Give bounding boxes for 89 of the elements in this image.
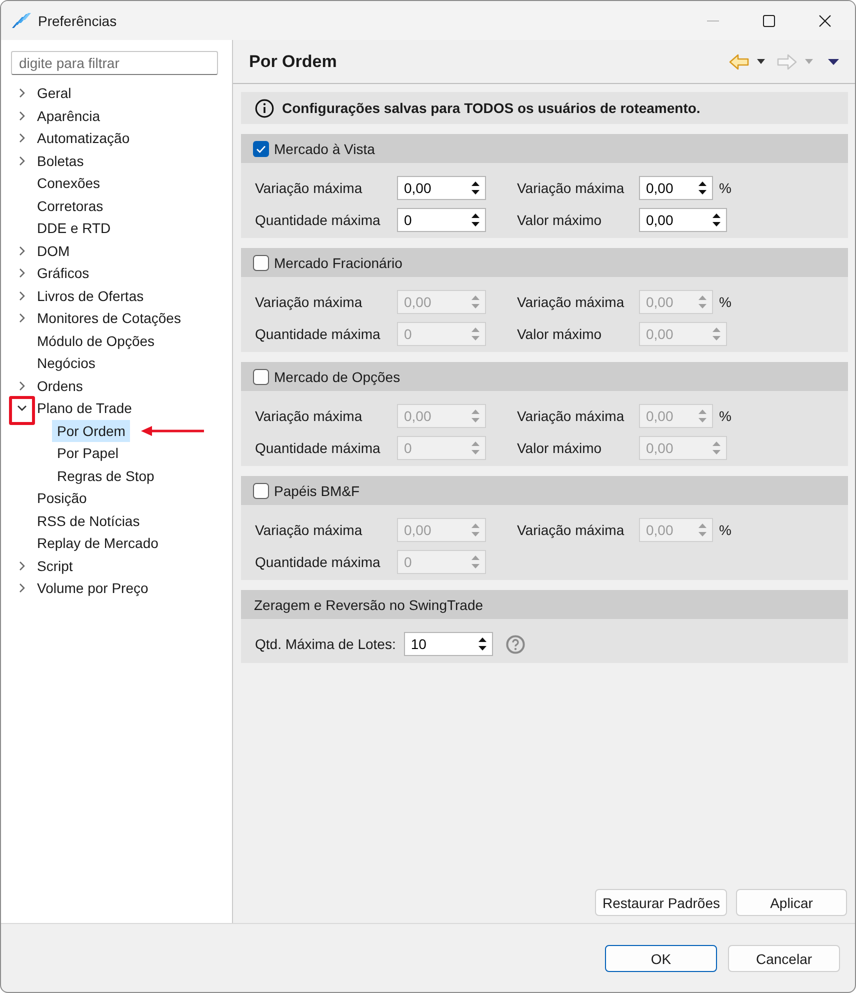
caret-icon[interactable] bbox=[828, 58, 839, 64]
info-icon bbox=[255, 98, 274, 118]
checkbox-label[interactable]: Mercado Fracionário bbox=[274, 254, 402, 270]
checkbox[interactable] bbox=[253, 140, 269, 156]
tree-item[interactable]: Conexões bbox=[32, 172, 106, 194]
spin-arrows-icon[interactable] bbox=[471, 180, 480, 196]
chevron-right-icon[interactable] bbox=[17, 246, 27, 256]
tree-item[interactable]: Corretoras bbox=[32, 194, 108, 217]
notice-text: Configurações salvas para TODOS os usuários de roteamento. bbox=[282, 100, 700, 116]
field-label: Variação máxima bbox=[255, 408, 364, 424]
number-field[interactable]: 0,00 bbox=[397, 176, 486, 200]
unit-label: % bbox=[719, 180, 732, 196]
field-label: Quantidade máxima bbox=[255, 440, 382, 456]
field-label: Variação máxima bbox=[517, 408, 626, 424]
window-title: Preferências bbox=[38, 12, 118, 28]
field-label: Valor máximo bbox=[517, 326, 603, 342]
tree-item[interactable]: Replay de Mercado bbox=[32, 532, 164, 554]
field-label: Quantidade máxima bbox=[255, 326, 382, 342]
chevron-right-icon[interactable] bbox=[17, 583, 27, 594]
checkbox[interactable] bbox=[253, 254, 269, 270]
chevron-right-icon[interactable] bbox=[17, 110, 27, 121]
checkbox-label[interactable]: Papéis BM&F bbox=[274, 482, 360, 498]
page-button[interactable]: Aplicar bbox=[736, 889, 847, 916]
dialog-button[interactable]: Cancelar bbox=[728, 945, 840, 972]
tree-item[interactable]: Monitores de Cotações bbox=[32, 307, 186, 330]
tree-item[interactable]: Plano de Trade bbox=[32, 397, 137, 420]
tree-item[interactable]: Ordens bbox=[32, 374, 88, 397]
field-label: Variação máxima bbox=[517, 180, 626, 196]
tree-item[interactable]: Negócios bbox=[32, 352, 100, 374]
field-label: Valor máximo bbox=[517, 440, 603, 456]
chevron-right-icon[interactable] bbox=[17, 313, 27, 324]
number-field[interactable]: 10 bbox=[404, 632, 493, 656]
close-icon[interactable] bbox=[819, 14, 831, 26]
number-field[interactable]: 0,00 bbox=[639, 176, 713, 200]
spin-arrows-icon[interactable] bbox=[712, 212, 721, 228]
chevron-right-icon[interactable] bbox=[17, 560, 27, 571]
tree-item[interactable]: Por Ordem bbox=[52, 420, 130, 442]
field-label: Quantidade máxima bbox=[255, 554, 382, 570]
tree-item[interactable]: Boletas bbox=[32, 150, 89, 172]
unit-label: % bbox=[719, 408, 732, 424]
tree-item[interactable]: DDE e RTD bbox=[32, 217, 116, 240]
maximize-icon[interactable] bbox=[763, 14, 775, 26]
tree-item[interactable]: Geral bbox=[32, 82, 76, 104]
help-icon[interactable] bbox=[506, 634, 525, 654]
tree-item[interactable]: Por Papel bbox=[52, 442, 124, 464]
number-field[interactable]: 0 bbox=[397, 208, 486, 232]
page-title: Por Ordem bbox=[249, 52, 338, 72]
field-label: Quantidade máxima bbox=[255, 212, 382, 228]
tree-item[interactable]: DOM bbox=[32, 240, 75, 262]
spin-arrows-icon[interactable] bbox=[471, 212, 480, 228]
chevron-down-icon[interactable] bbox=[17, 403, 27, 414]
chevron-right-icon[interactable] bbox=[17, 133, 27, 144]
tree-item[interactable]: Gráficos bbox=[32, 262, 94, 284]
tree-item[interactable]: Script bbox=[32, 554, 78, 577]
chevron-right-icon[interactable] bbox=[17, 268, 27, 278]
tree-item[interactable]: Módulo de Opções bbox=[32, 330, 160, 352]
field-label: Variação máxima bbox=[517, 522, 626, 538]
tree-item[interactable]: Posição bbox=[32, 487, 92, 510]
chevron-right-icon[interactable] bbox=[17, 156, 27, 166]
chevron-right-icon[interactable] bbox=[17, 290, 27, 301]
tree-item[interactable]: Regras de Stop bbox=[52, 464, 160, 487]
section-header: Zeragem e Reversão no SwingTrade bbox=[241, 590, 848, 619]
chevron-right-icon[interactable] bbox=[17, 380, 27, 391]
tree-item[interactable]: RSS de Notícias bbox=[32, 510, 145, 532]
unit-label: % bbox=[719, 294, 732, 310]
field-label: Variação máxima bbox=[517, 294, 626, 310]
spin-arrows-icon[interactable] bbox=[478, 636, 487, 652]
app-logo-icon bbox=[12, 13, 31, 28]
unit-label: % bbox=[719, 522, 732, 538]
field-label: Variação máxima bbox=[255, 522, 364, 538]
checkbox-label[interactable]: Mercado de Opções bbox=[274, 368, 400, 384]
field-label: Qtd. Máxima de Lotes: bbox=[255, 636, 396, 652]
tree-item[interactable]: Aparência bbox=[32, 104, 106, 127]
spin-arrows-icon[interactable] bbox=[698, 180, 707, 196]
checkbox-label[interactable]: Mercado à Vista bbox=[274, 140, 375, 156]
tree-item[interactable]: Volume por Preço bbox=[32, 577, 154, 600]
page-button[interactable]: Restaurar Padrões bbox=[595, 889, 727, 916]
field-label: Variação máxima bbox=[255, 180, 364, 196]
checkbox[interactable] bbox=[253, 482, 269, 498]
field-label: Variação máxima bbox=[255, 294, 364, 310]
caret-icon[interactable] bbox=[757, 59, 765, 64]
filter-field[interactable]: digite para filtrar bbox=[11, 51, 218, 75]
number-field[interactable]: 0,00 bbox=[639, 208, 727, 232]
tree-item[interactable]: Automatização bbox=[32, 127, 135, 150]
dialog-button[interactable]: OK bbox=[605, 945, 717, 972]
tree-item[interactable]: Livros de Ofertas bbox=[32, 284, 149, 307]
chevron-right-icon[interactable] bbox=[17, 88, 27, 98]
field-label: Valor máximo bbox=[517, 212, 603, 228]
checkbox[interactable] bbox=[253, 368, 269, 384]
